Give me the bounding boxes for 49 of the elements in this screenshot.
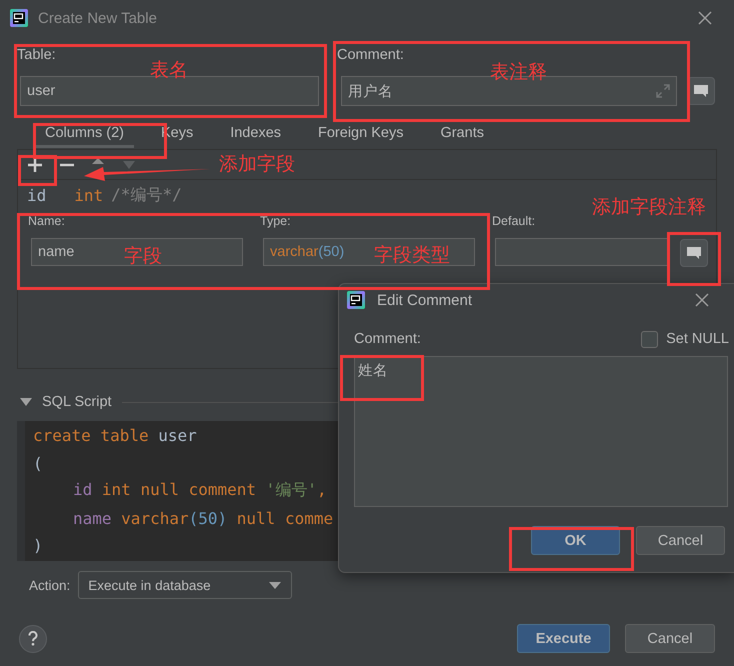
- help-button[interactable]: [19, 624, 47, 652]
- app-logo-icon: [347, 291, 365, 309]
- field-label: Name:: [28, 213, 65, 230]
- add-icon[interactable]: [28, 158, 42, 172]
- annotation-text: 添加字段注释: [592, 196, 706, 220]
- field-label: Comment:: [354, 331, 421, 347]
- window-title: Create New Table: [38, 10, 158, 26]
- code-line: name varchar(50) null comme: [72, 508, 334, 528]
- cancel-button[interactable]: Cancel: [636, 526, 725, 555]
- tab[interactable]: Foreign Keys: [308, 120, 414, 148]
- tab[interactable]: Columns (2): [35, 120, 134, 148]
- collapse-icon[interactable]: [20, 398, 32, 406]
- field-label: Type:: [260, 213, 291, 230]
- action-dropdown[interactable]: Execute in database: [78, 571, 292, 599]
- tab[interactable]: Indexes: [220, 120, 292, 148]
- move-up-icon[interactable]: [92, 158, 104, 164]
- code-line: create table user: [32, 426, 197, 446]
- field-label: Comment:: [337, 46, 404, 64]
- help-icon: [28, 631, 38, 646]
- tab[interactable]: Grants: [430, 120, 494, 148]
- field-label: Default:: [492, 213, 536, 230]
- checkbox[interactable]: [641, 330, 658, 348]
- column-name: id: [27, 186, 46, 204]
- comment-icon: [693, 84, 709, 98]
- annotation-text: 字段类型: [374, 244, 450, 268]
- field-label: Table:: [17, 46, 56, 64]
- dialog-title: Edit Comment: [377, 292, 472, 308]
- app-logo-icon: [10, 9, 28, 27]
- default-field[interactable]: [495, 238, 668, 266]
- comment-button[interactable]: [680, 239, 708, 267]
- close-icon[interactable]: [698, 11, 712, 25]
- field-label: Action:: [29, 578, 70, 592]
- cancel-button[interactable]: Cancel: [625, 624, 715, 653]
- ok-button[interactable]: OK: [531, 526, 620, 555]
- code-line: id int null comment '编号',: [72, 480, 327, 502]
- checkbox-label[interactable]: Set NULL: [666, 331, 729, 347]
- column-comment: /*编号*/: [111, 184, 182, 206]
- execute-button[interactable]: Execute: [517, 624, 610, 653]
- column-type: int: [74, 186, 104, 204]
- annotation-text: 添加字段: [219, 153, 295, 177]
- code-line: (: [32, 454, 43, 473]
- comment-text-area[interactable]: 姓名: [354, 356, 728, 507]
- code-line: ): [32, 536, 43, 556]
- annotation-text: 字段: [124, 245, 162, 269]
- close-icon[interactable]: [695, 293, 709, 307]
- highlight-frame: [667, 232, 721, 286]
- comment-icon: [686, 246, 702, 260]
- caret-icon: [269, 582, 282, 588]
- section-title[interactable]: SQL Script: [42, 394, 112, 410]
